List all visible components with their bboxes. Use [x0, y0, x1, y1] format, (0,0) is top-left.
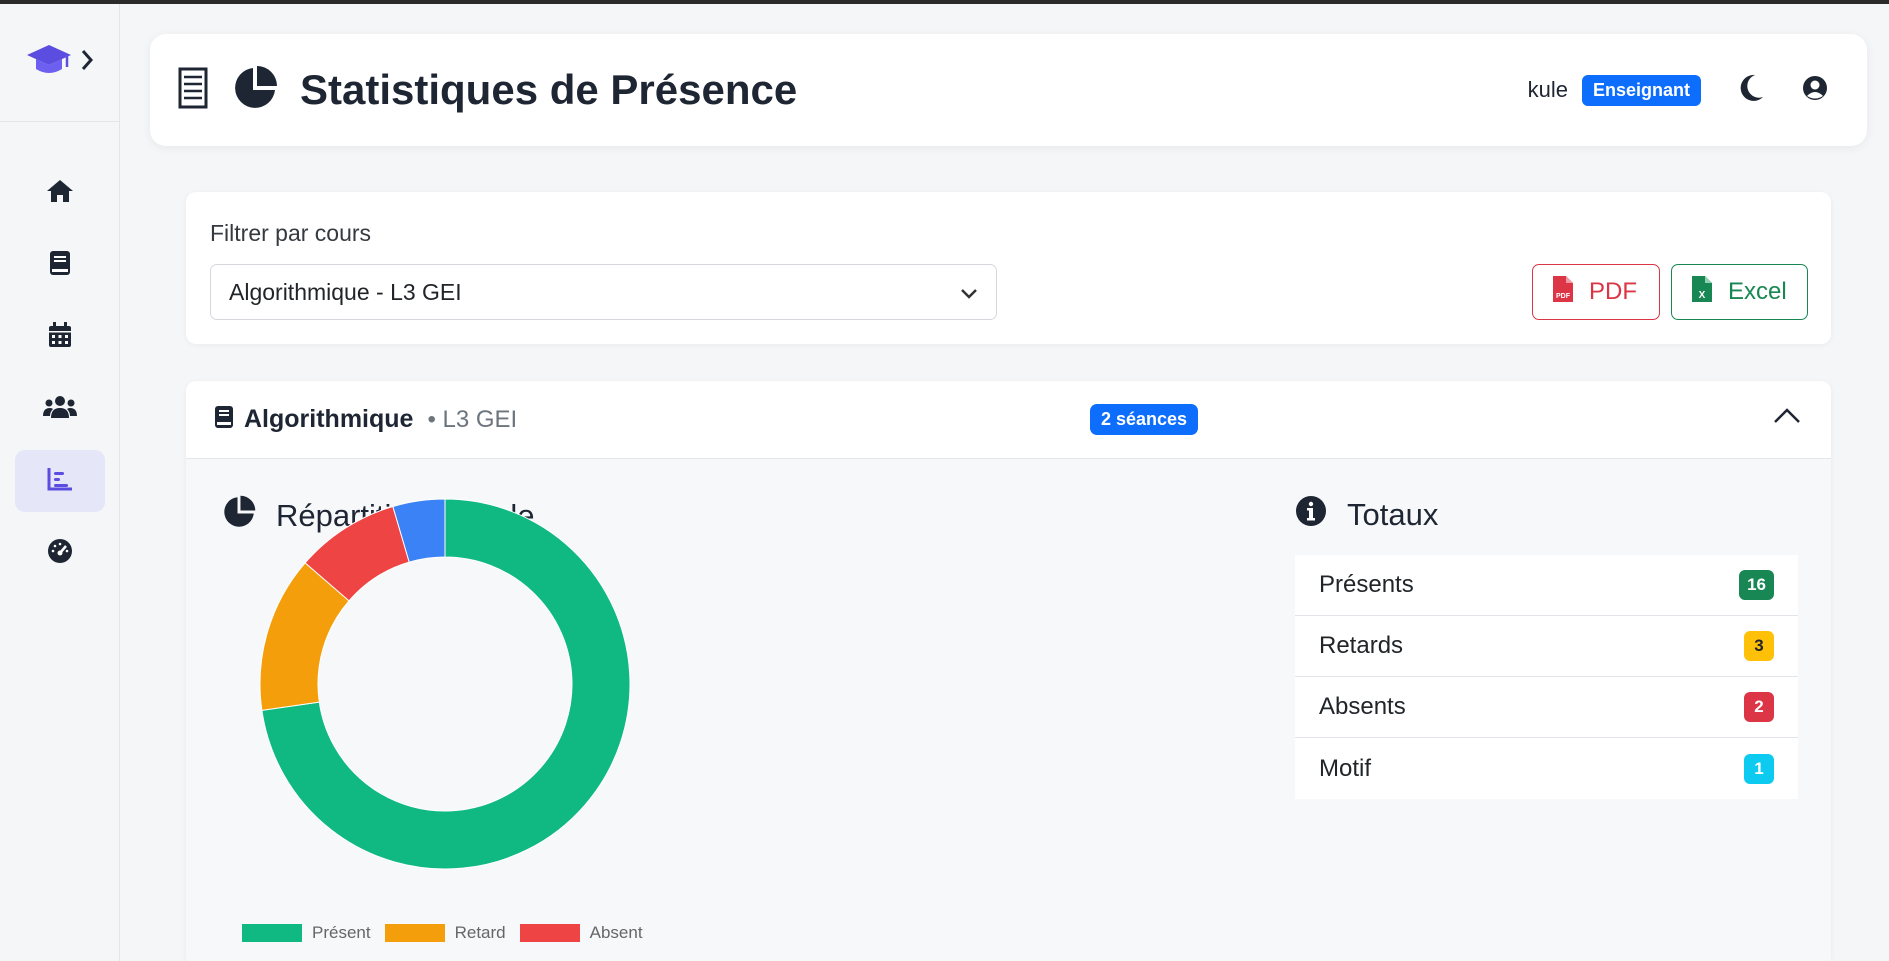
totals-badge: 16: [1739, 570, 1774, 600]
home-icon: [46, 178, 74, 209]
sidebar-brand[interactable]: [0, 4, 119, 122]
chart-bar-icon: [47, 467, 73, 496]
totals-section-title: Totaux: [1295, 495, 1438, 535]
sidebar-item-students[interactable]: [15, 378, 105, 440]
totals-label: Présents: [1319, 571, 1414, 598]
book-icon: [214, 405, 234, 434]
totals-label: Absents: [1319, 693, 1406, 720]
donut-chart: [226, 461, 666, 961]
totals-list: Présents 16 Retards 3 Absents 2 Motif 1: [1295, 555, 1798, 799]
theme-toggle-button[interactable]: [1727, 66, 1775, 114]
info-circle-icon: [1295, 495, 1327, 535]
totals-label: Motif: [1319, 754, 1372, 782]
course-name: Algorithmique: [244, 405, 414, 433]
sidebar-item-dashboard[interactable]: [15, 522, 105, 584]
gauge-icon: [47, 538, 73, 569]
page-title: Statistiques de Présence: [300, 66, 798, 113]
legend-label: Présent: [312, 923, 371, 942]
calendar-icon: [48, 321, 72, 353]
moon-icon: [1738, 74, 1764, 107]
users-icon: [42, 395, 77, 424]
totals-row-retards: Retards 3: [1295, 616, 1798, 677]
sessions-badge: 2 séances: [1090, 404, 1199, 435]
username: kule: [1527, 77, 1568, 102]
totals-row-presents: Présents 16: [1295, 555, 1798, 616]
chevron-right-icon[interactable]: [80, 48, 94, 77]
totals-label: Retards: [1319, 632, 1404, 659]
totals-row-motif: Motif 1: [1295, 738, 1798, 799]
book-icon: [49, 250, 71, 281]
totals-badge: 2: [1744, 692, 1774, 722]
course-select-value: Algorithmique - L3 GEI: [229, 278, 462, 305]
file-excel-icon: X: [1690, 275, 1714, 310]
totals-title: Totaux: [1347, 497, 1439, 532]
legend-swatch: [384, 924, 445, 942]
course-card: Algorithmique • L3 GEI 2 séances Réparti…: [186, 381, 1831, 961]
sidebar-item-statistics[interactable]: [14, 450, 105, 512]
export-excel-label: Excel: [1728, 278, 1787, 305]
export-pdf-button[interactable]: PDF PDF: [1532, 264, 1660, 320]
menu-toggle-icon[interactable]: [178, 67, 208, 114]
legend-item[interactable]: Absent: [519, 923, 643, 943]
user-menu-button[interactable]: [1791, 66, 1839, 114]
export-pdf-label: PDF: [1589, 278, 1637, 305]
legend-item[interactable]: Retard: [384, 923, 506, 943]
file-pdf-icon: PDF: [1551, 275, 1575, 310]
chevron-down-icon: [960, 279, 978, 306]
chart-legend: Présent Retard Absent: [242, 923, 643, 943]
pie-chart-icon: [232, 65, 278, 116]
sidebar-item-calendar[interactable]: [15, 306, 105, 368]
role-badge: Enseignant: [1581, 74, 1701, 106]
legend-label: Retard: [454, 923, 506, 942]
export-excel-button[interactable]: X Excel: [1671, 264, 1808, 320]
legend-swatch: [242, 924, 302, 942]
svg-text:X: X: [1699, 290, 1706, 301]
sidebar-item-courses[interactable]: [15, 234, 105, 296]
page-header: Statistiques de Présence kule Enseignant: [150, 34, 1867, 146]
svg-text:PDF: PDF: [1556, 293, 1571, 300]
chevron-up-icon[interactable]: [1773, 407, 1801, 430]
totals-badge: 3: [1744, 631, 1774, 661]
window-top-border: [0, 0, 1889, 4]
sidebar-item-home[interactable]: [15, 162, 105, 224]
filter-label: Filtrer par cours: [210, 220, 372, 246]
filter-card: Filtrer par cours Algorithmique - L3 GEI…: [186, 192, 1831, 344]
legend-item[interactable]: Présent: [242, 923, 371, 943]
totals-badge: 1: [1744, 753, 1774, 784]
sidebar: [0, 4, 120, 961]
course-class: • L3 GEI: [427, 405, 518, 433]
graduation-cap-icon: [26, 43, 72, 82]
legend-label: Absent: [589, 923, 643, 942]
totals-row-absents: Absents 2: [1295, 677, 1798, 738]
user-circle-icon: [1802, 75, 1828, 106]
course-card-header[interactable]: Algorithmique • L3 GEI 2 séances: [186, 381, 1831, 459]
course-select[interactable]: Algorithmique - L3 GEI: [210, 264, 997, 320]
legend-swatch: [519, 924, 580, 942]
